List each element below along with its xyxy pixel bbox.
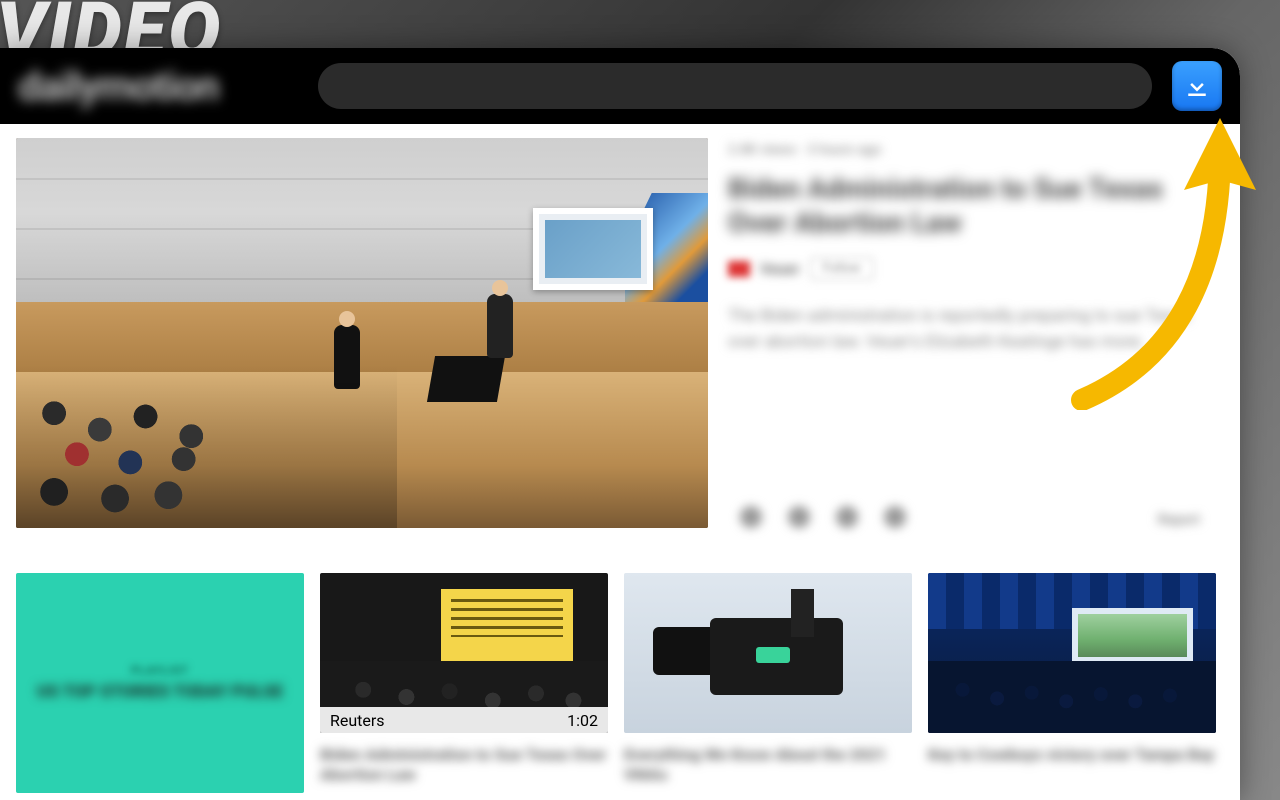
playlist-title: US TOP STORIES TODAY PULSE <box>19 683 301 703</box>
add-icon[interactable] <box>788 506 810 528</box>
browser-window: dailymotion <box>0 48 1240 800</box>
site-header: dailymotion <box>0 48 1240 124</box>
playlist-tag: PLAYLIST <box>131 664 189 677</box>
search-input[interactable] <box>318 63 1152 109</box>
video-card[interactable]: Everything We Know About the 2021 VMAs <box>624 573 912 793</box>
video-card[interactable]: Key to Cowboys victory over Tampa Bay <box>928 573 1216 793</box>
card-source: Reuters <box>330 711 385 730</box>
hero-description: The Biden administration is reportedly p… <box>728 304 1198 355</box>
like-icon[interactable] <box>740 506 762 528</box>
follow-button[interactable]: Follow <box>810 257 874 280</box>
download-icon <box>1182 71 1212 101</box>
hero-title: Biden Administration to Sue Texas Over A… <box>728 172 1224 239</box>
download-button[interactable] <box>1172 61 1222 111</box>
site-logo[interactable]: dailymotion <box>18 63 298 110</box>
related-row: PLAYLIST US TOP STORIES TODAY PULSE Reut… <box>16 547 1224 793</box>
author-avatar[interactable] <box>728 261 750 277</box>
share-icon[interactable] <box>836 506 858 528</box>
hero-author-row: Veuer Follow <box>728 257 1224 280</box>
hero-views-time: 2.8K views · 3 hours ago <box>728 142 1224 158</box>
author-name[interactable]: Veuer <box>760 260 800 278</box>
playlist-card[interactable]: PLAYLIST US TOP STORIES TODAY PULSE <box>16 573 304 793</box>
card-title: Everything We Know About the 2021 VMAs <box>624 745 912 785</box>
hero-meta: 2.8K views · 3 hours ago Biden Administr… <box>728 138 1224 528</box>
page-content: 2.8K views · 3 hours ago Biden Administr… <box>0 124 1240 793</box>
hero-action-row <box>740 506 906 528</box>
video-card[interactable]: Reuters 1:02 Biden Administration to Sue… <box>320 573 608 793</box>
hero-section: 2.8K views · 3 hours ago Biden Administr… <box>16 138 1224 547</box>
embed-icon[interactable] <box>884 506 906 528</box>
hero-video-thumbnail[interactable] <box>16 138 708 528</box>
card-title: Key to Cowboys victory over Tampa Bay <box>928 745 1216 765</box>
card-title: Biden Administration to Sue Texas Over A… <box>320 745 608 785</box>
report-link[interactable]: Report <box>1158 512 1200 528</box>
card-duration: 1:02 <box>567 711 598 730</box>
